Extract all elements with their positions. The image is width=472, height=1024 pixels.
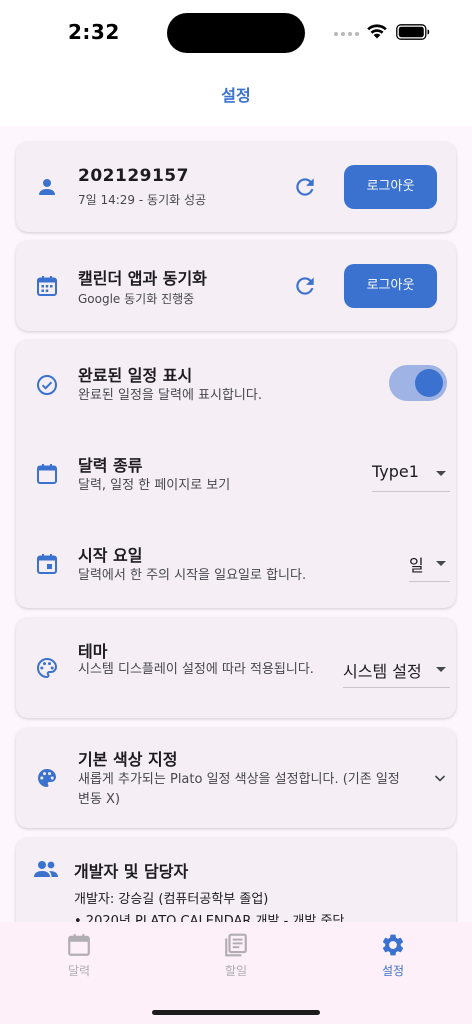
event-icon [37,554,57,574]
nav-label-calendar: 달력 [67,964,91,978]
calendar-type-value: Type1 [372,462,419,481]
nav-label-todo: 할일 [224,964,248,978]
start-day-value: 일 [409,556,424,575]
status-time: 2:32 [68,20,120,44]
person-icon [39,179,55,195]
calendar-icon [68,934,90,956]
nav-item-todo[interactable]: 할일 [196,932,276,979]
list-icon [225,933,247,957]
app-bar: 설정 [0,66,472,126]
account-id: 202129157 [78,166,189,186]
calendar-settings-card: 완료된 일정 표시 완료된 일정을 달력에 표시합니다. 달력 종류 달력, 일… [16,340,456,608]
theme-title: 테마 [78,642,108,661]
battery-icon [396,24,430,40]
account-sync-status: 7일 14:29 - 동기화 성공 [78,193,207,207]
calendar-sync-title: 캘린더 앱과 동기화 [78,269,207,288]
wifi-icon [367,24,387,39]
check-circle-icon [37,375,57,395]
developer-line: 개발자: 강승길 (컴퓨터공학부 졸업) [74,892,269,907]
bottom-nav: 달력 할일 설정 [0,922,472,1024]
status-bar: 2:32 [0,0,472,66]
calendar-type-desc: 달력, 일정 한 페이지로 보기 [78,478,231,493]
default-color-title: 기본 색상 지정 [78,750,178,769]
calendar-type-title: 달력 종류 [78,456,143,475]
calendar-sync-card: 캘린더 앱과 동기화 Google 동기화 진행중 로그아웃 [16,241,456,331]
calendar-icon [37,276,57,296]
palette-icon [37,657,58,679]
nav-item-settings[interactable]: 설정 [353,932,433,979]
show-completed-title: 완료된 일정 표시 [78,366,193,385]
toggle-knob [415,369,443,397]
show-completed-desc: 완료된 일정을 달력에 표시합니다. [78,388,262,403]
nav-label-settings: 설정 [381,964,405,978]
calendar-logout-button[interactable]: 로그아웃 [344,264,437,308]
gear-icon [382,934,404,956]
dynamic-island [167,13,305,53]
calendar-sync-status: Google 동기화 진행중 [78,292,195,306]
dropdown-arrow-icon [436,667,446,672]
page-title: 설정 [221,86,251,105]
home-indicator[interactable] [152,1010,320,1015]
palette-filled-icon [38,769,56,787]
developer-history: • 2020년 PLATO CALENDAR 개발 - 개발 중단 [74,914,345,922]
settings-list[interactable]: 202129157 7일 14:29 - 동기화 성공 로그아웃 캘린더 앱과 … [0,126,472,922]
theme-value: 시스템 설정 [343,662,422,681]
calendar-outline-icon [37,464,57,484]
theme-dropdown[interactable]: 시스템 설정 [343,652,450,688]
developer-card: 개발자 및 담당자 개발자: 강승길 (컴퓨터공학부 졸업) • 2020년 P… [16,838,456,922]
theme-desc: 시스템 디스플레이 설정에 따라 적용됩니다. [78,662,314,677]
default-color-card[interactable]: 기본 색상 지정 새롭게 추가되는 Plato 일정 색상을 설정합니다. (기… [16,728,456,828]
default-color-desc: 새롭게 추가되는 Plato 일정 색상을 설정합니다. (기존 일정 변동 X… [78,772,400,807]
account-card: 202129157 7일 14:29 - 동기화 성공 로그아웃 [16,142,456,232]
start-day-dropdown[interactable]: 일 [409,546,450,582]
calendar-type-dropdown[interactable]: Type1 [372,456,450,492]
chevron-down-icon[interactable] [432,770,448,786]
logout-button[interactable]: 로그아웃 [344,165,437,209]
start-day-desc: 달력에서 한 주의 시작을 일요일로 합니다. [78,568,307,583]
cellular-signal-icon [334,32,359,36]
show-completed-toggle[interactable] [389,365,447,401]
refresh-icon[interactable] [292,174,318,200]
nav-item-calendar[interactable]: 달력 [39,932,119,979]
theme-card: 테마 시스템 디스플레이 설정에 따라 적용됩니다. 시스템 설정 [16,618,456,718]
dropdown-arrow-icon [436,561,446,566]
start-day-title: 시작 요일 [78,546,143,565]
people-icon [34,861,58,877]
refresh-icon[interactable] [292,273,318,299]
developer-title: 개발자 및 담당자 [74,862,189,881]
dropdown-arrow-icon [436,471,446,476]
